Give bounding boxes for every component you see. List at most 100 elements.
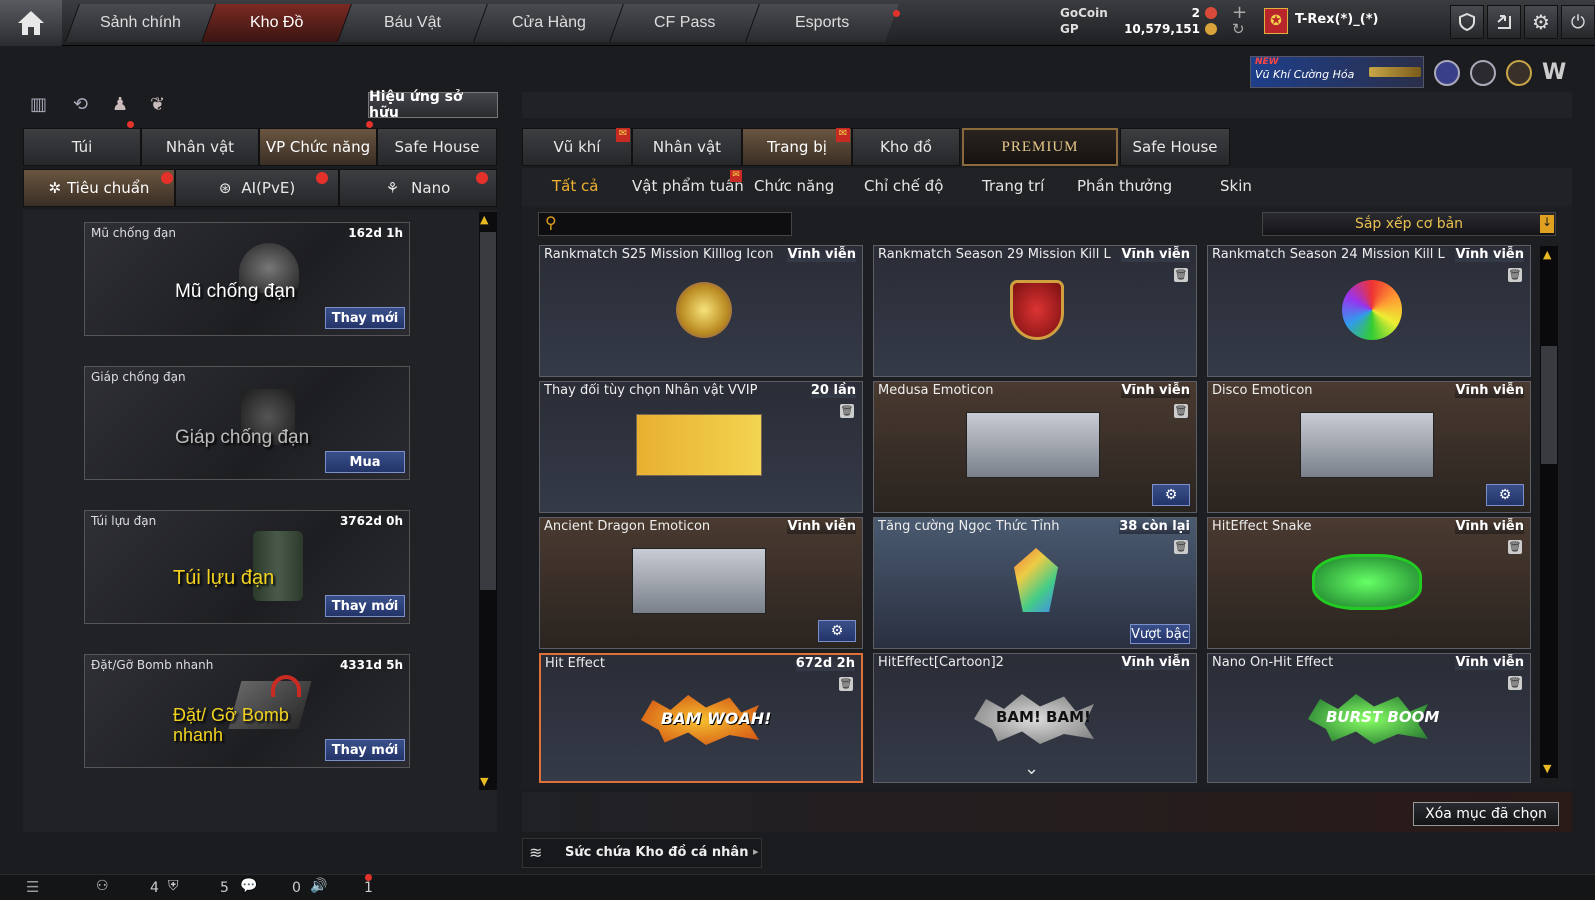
scroll-up-arrow-icon[interactable]: ▲ xyxy=(480,213,488,226)
nav-tab-esports[interactable]: Esports xyxy=(745,4,899,42)
pet-icon[interactable]: ❦ xyxy=(150,94,174,118)
subtab-weekly[interactable]: Vật phẩm tuần xyxy=(632,177,744,195)
nav-tab-treasure[interactable]: Báu Vật xyxy=(337,4,487,42)
item-card[interactable]: Thay đổi tùy chọn Nhân vật VVIP 20 lần 🗑 xyxy=(539,381,863,513)
sparkle-icon: ✲ xyxy=(48,179,62,197)
tab-safe-house[interactable]: Safe House xyxy=(377,128,497,166)
subtab-mode[interactable]: Chỉ chế độ xyxy=(864,177,943,195)
equip-card-helmet[interactable]: Mũ chống đạn 162d 1h Mũ chống đạn Thay m… xyxy=(84,222,410,336)
left-footer xyxy=(23,792,497,832)
search-field[interactable] xyxy=(565,215,785,233)
item-card[interactable]: Nano On-Hit Effect Vĩnh viễn 🗑 BURST BOOM xyxy=(1207,653,1531,783)
alert-dot xyxy=(127,121,134,128)
renew-button[interactable]: Thay mới xyxy=(325,739,405,761)
refresh-icon[interactable]: ↻ xyxy=(1232,20,1245,38)
event-badge-icon[interactable] xyxy=(1434,60,1460,86)
speaker-icon[interactable]: 🔊 xyxy=(310,878,327,894)
chevron-down-icon[interactable]: ⌄ xyxy=(1024,758,1039,779)
tab-bag[interactable]: Túi xyxy=(23,128,141,166)
subtab-ai-pve[interactable]: ⊛ AI(PvE) xyxy=(175,169,339,207)
subtab-all[interactable]: Tất cả xyxy=(552,177,598,195)
menu-list-icon[interactable]: ☰ xyxy=(26,878,39,896)
settings-gear-icon[interactable]: ⚙ xyxy=(1152,484,1190,506)
pulse-icon: ⊛ xyxy=(218,179,232,197)
equip-card-bomb-kit[interactable]: Đặt/Gỡ Bomb nhanh 4331d 5h Đặt/ Gỡ Bomb … xyxy=(84,654,410,768)
grenade-pouch-icon xyxy=(253,531,303,601)
equip-card-armor[interactable]: Giáp chống đạn Giáp chống đạn Mua xyxy=(84,366,410,480)
friends-icon[interactable]: ⚇ xyxy=(96,878,109,894)
item-card-selected[interactable]: Hit Effect 672d 2h 🗑 BAM WOAH! xyxy=(539,653,863,783)
trash-icon[interactable]: 🗑 xyxy=(840,404,854,418)
vvip-ticket-icon xyxy=(636,414,762,476)
power-icon[interactable]: ⏻ xyxy=(1561,5,1595,39)
scroll-down-arrow-icon[interactable]: ▼ xyxy=(480,775,488,788)
trash-icon[interactable]: 🗑 xyxy=(1174,268,1188,282)
wings-logo-icon[interactable]: W xyxy=(1542,60,1570,86)
subtab-nano[interactable]: ⚘ Nano xyxy=(339,169,497,207)
tab-premium[interactable]: PREMIUM xyxy=(962,128,1118,166)
delete-selected-button[interactable]: Xóa mục đã chọn xyxy=(1413,802,1559,826)
home-button[interactable] xyxy=(0,0,62,46)
expand-arrow-icon[interactable]: ▸ xyxy=(753,845,759,858)
capacity-bar[interactable]: ≋ Sức chứa Kho đồ cá nhân ▸ xyxy=(522,838,762,868)
target-event-icon[interactable] xyxy=(1470,60,1496,86)
tab-functional-items[interactable]: VP Chức năng xyxy=(259,128,377,166)
item-card[interactable]: Tăng cường Ngọc Thức Tỉnh 38 còn lại 🗑 Vư… xyxy=(873,517,1197,649)
nav-tab-lobby[interactable]: Sảnh chính xyxy=(65,4,215,42)
nav-tab-cfpass[interactable]: CF Pass xyxy=(609,4,759,42)
trash-icon[interactable]: 🗑 xyxy=(1174,404,1188,418)
right-header-strip xyxy=(522,92,1572,118)
subtab-function[interactable]: Chức năng xyxy=(754,177,834,195)
scroll-down-arrow-icon[interactable]: ▼ xyxy=(1543,762,1551,775)
scroll-up-arrow-icon[interactable]: ▲ xyxy=(1543,248,1551,261)
item-card[interactable]: Medusa Emoticon Vĩnh viễn 🗑 ⚙ xyxy=(873,381,1197,513)
search-icon: ⚲ xyxy=(545,213,557,232)
rotate-icon[interactable]: ⟲ xyxy=(73,94,97,118)
chat-bubble-icon[interactable]: 💬 xyxy=(240,878,257,894)
settings-gear-icon[interactable]: ⚙ xyxy=(1486,484,1524,506)
sort-arrow-icon[interactable]: ↓ xyxy=(1540,215,1554,233)
subtab-skin[interactable]: Skin xyxy=(1220,177,1252,195)
tab-storage[interactable]: Kho đồ xyxy=(852,128,960,166)
item-card[interactable]: Disco Emoticon Vĩnh viễn ⚙ xyxy=(1207,381,1531,513)
sort-dropdown[interactable]: Sắp xếp cơ bản xyxy=(1262,212,1556,236)
trash-icon[interactable]: 🗑 xyxy=(1508,540,1522,554)
left-scrollbar-thumb[interactable] xyxy=(480,232,496,590)
item-card[interactable]: Rankmatch Season 24 Mission Kill L Vĩnh v… xyxy=(1207,245,1531,377)
buy-button[interactable]: Mua xyxy=(325,451,405,473)
right-scrollbar[interactable] xyxy=(1540,246,1558,778)
item-card[interactable]: Rankmatch Season 29 Mission Kill L Vĩnh v… xyxy=(873,245,1197,377)
renew-button[interactable]: Thay mới xyxy=(325,307,405,329)
settings-gear-icon[interactable]: ⚙ xyxy=(1524,5,1558,39)
subtab-rewards[interactable]: Phần thưởng xyxy=(1077,177,1172,195)
settings-gear-icon[interactable]: ⚙ xyxy=(818,620,856,642)
character-icon[interactable]: ♟ xyxy=(112,94,136,118)
tab-character[interactable]: Nhân vật xyxy=(141,128,259,166)
gift-icon: ✉ xyxy=(730,170,742,182)
trash-icon[interactable]: 🗑 xyxy=(1508,676,1522,690)
trash-icon[interactable]: 🗑 xyxy=(1508,268,1522,282)
equip-card-grenade-pouch[interactable]: Túi lựu đạn 3762d 0h Túi lựu đạn Thay mớ… xyxy=(84,510,410,624)
item-card[interactable]: Rankmatch S25 Mission Killlog Icon Vĩnh v… xyxy=(539,245,863,377)
crossed-weapons-icon[interactable] xyxy=(1506,60,1532,86)
nav-tab-shop[interactable]: Cửa Hàng xyxy=(473,4,623,42)
search-input[interactable]: ⚲ xyxy=(538,212,792,236)
nav-tab-inventory[interactable]: Kho Đồ xyxy=(201,4,351,42)
item-card[interactable]: Ancient Dragon Emoticon Vĩnh viễn ⚙ xyxy=(539,517,863,649)
renew-button[interactable]: Thay mới xyxy=(325,595,405,617)
tab-characters[interactable]: Nhân vật xyxy=(632,128,742,166)
ranking-icon[interactable]: ▥ xyxy=(30,94,54,118)
item-card[interactable]: HitEffect Snake Vĩnh viễn 🗑 xyxy=(1207,517,1531,649)
item-card[interactable]: HitEffect[Cartoon]2 Vĩnh viễn BAM! BAM! ⌄ xyxy=(873,653,1197,783)
shield-icon[interactable] xyxy=(1450,5,1484,39)
subtab-standard[interactable]: ✲ Tiêu chuẩn xyxy=(23,169,175,207)
exit-room-icon[interactable] xyxy=(1487,5,1521,39)
owned-effects-button[interactable]: Hiệu ứng sở hữu xyxy=(368,89,498,121)
tab-safe-house-right[interactable]: Safe House xyxy=(1120,128,1230,166)
right-scrollbar-thumb[interactable] xyxy=(1541,346,1557,464)
trash-icon[interactable]: 🗑 xyxy=(1174,540,1188,554)
clan-shield-icon[interactable]: ⛨ xyxy=(168,878,179,894)
subtab-decor[interactable]: Trang trí xyxy=(982,177,1044,195)
promo-banner[interactable]: NEW Vũ Khí Cường Hóa xyxy=(1250,56,1424,88)
trash-icon[interactable]: 🗑 xyxy=(839,677,853,691)
